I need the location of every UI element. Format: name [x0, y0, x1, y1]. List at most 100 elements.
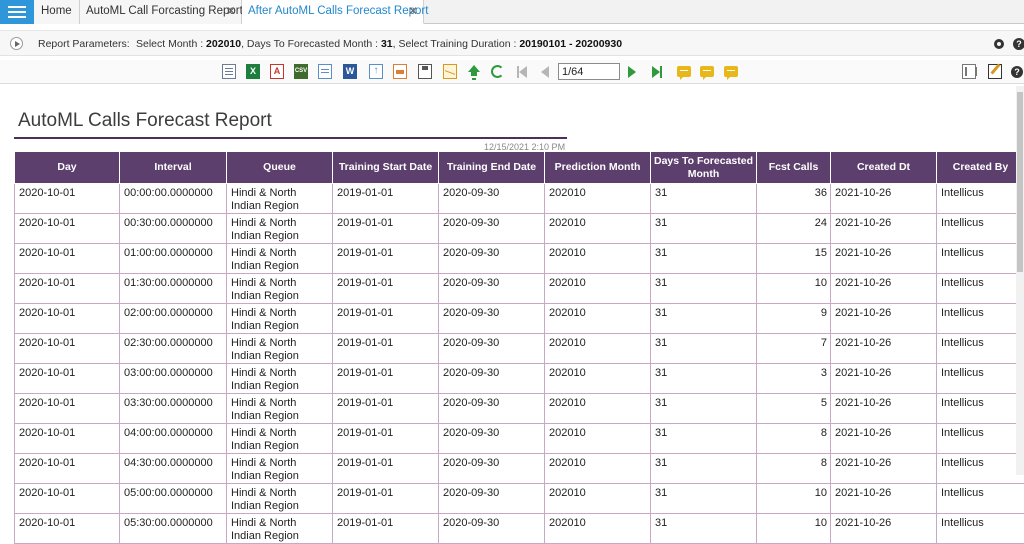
table-cell: 02:30:00.0000000 [120, 334, 227, 364]
table-cell: 2021-10-26 [831, 184, 937, 214]
table-cell: 2019-01-01 [333, 454, 439, 484]
page-number-input[interactable] [558, 63, 620, 80]
scrollbar-thumb[interactable] [1017, 92, 1023, 272]
table-cell: 5 [757, 394, 831, 424]
upload-icon[interactable] [467, 64, 481, 79]
email-icon[interactable] [443, 64, 457, 79]
table-cell: 2019-01-01 [333, 424, 439, 454]
table-cell: 202010 [545, 424, 651, 454]
table-cell: 202010 [545, 514, 651, 544]
table-row: 2020-10-0104:30:00.0000000Hindi & North … [15, 454, 1024, 484]
table-row: 2020-10-0101:30:00.0000000Hindi & North … [15, 274, 1024, 304]
layout-icon[interactable] [962, 64, 976, 79]
table-row: 2020-10-0105:00:00.0000000Hindi & North … [15, 484, 1024, 514]
table-cell: 05:30:00.0000000 [120, 514, 227, 544]
vertical-scrollbar[interactable] [1016, 86, 1024, 475]
table-row: 2020-10-0102:00:00.0000000Hindi & North … [15, 304, 1024, 334]
table-cell: 04:00:00.0000000 [120, 424, 227, 454]
table-cell: 2020-09-30 [439, 214, 545, 244]
table-cell: 2020-10-01 [15, 424, 120, 454]
table-row: 2020-10-0100:00:00.0000000Hindi & North … [15, 184, 1024, 214]
table-cell: 31 [651, 454, 757, 484]
table-cell: 01:00:00.0000000 [120, 244, 227, 274]
add-comment-icon[interactable] [700, 66, 714, 77]
tab-label: AutoML Call Forcasting Report [86, 5, 243, 17]
table-cell: Hindi & North Indian Region [227, 334, 333, 364]
tab-after-automl-calls-forecast-report[interactable]: After AutoML Calls Forecast Report ✕ [242, 0, 424, 24]
tab-label: After AutoML Calls Forecast Report [248, 5, 428, 17]
csv-export-icon[interactable]: CSV [294, 64, 308, 79]
close-icon[interactable]: ✕ [226, 0, 236, 23]
tab-home[interactable]: Home [34, 0, 80, 24]
edit-icon[interactable] [988, 64, 1002, 79]
tab-automl-call-forcasting-report[interactable]: AutoML Call Forcasting Report ✕ [80, 0, 242, 24]
table-cell: 05:00:00.0000000 [120, 484, 227, 514]
table-cell: 2020-10-01 [15, 364, 120, 394]
table-cell: Intellicus [937, 244, 1024, 274]
table-cell: 2020-09-30 [439, 484, 545, 514]
table-cell: Intellicus [937, 394, 1024, 424]
next-page-icon[interactable] [628, 66, 636, 78]
table-cell: 2021-10-26 [831, 454, 937, 484]
report-title: AutoML Calls Forecast Report [18, 110, 272, 132]
table-cell: Intellicus [937, 514, 1024, 544]
table-cell: Hindi & North Indian Region [227, 214, 333, 244]
report-parameters-bar: Report Parameters: Select Month : 202010… [0, 30, 1024, 56]
save-icon[interactable] [418, 64, 432, 79]
column-header: Days To Forecasted Month [651, 152, 757, 184]
table-cell: Hindi & North Indian Region [227, 364, 333, 394]
table-cell: 31 [651, 394, 757, 424]
table-cell: 15 [757, 244, 831, 274]
table-cell: 2019-01-01 [333, 334, 439, 364]
table-cell: 02:00:00.0000000 [120, 304, 227, 334]
table-cell: 2019-01-01 [333, 484, 439, 514]
previous-page-icon[interactable] [541, 66, 549, 78]
report-parameters-label: Report Parameters: [38, 38, 130, 50]
table-cell: 2021-10-26 [831, 364, 937, 394]
table-cell: 2020-09-30 [439, 394, 545, 424]
pdf-export-icon[interactable]: A [270, 64, 284, 79]
table-cell: 2019-01-01 [333, 184, 439, 214]
table-cell: 8 [757, 454, 831, 484]
table-cell: 2019-01-01 [333, 394, 439, 424]
column-header: Created Dt [831, 152, 937, 184]
view-comments-icon[interactable] [724, 66, 738, 77]
table-cell: 2021-10-26 [831, 394, 937, 424]
column-header: Training End Date [439, 152, 545, 184]
text-export-icon[interactable] [318, 64, 332, 79]
table-row: 2020-10-0101:00:00.0000000Hindi & North … [15, 244, 1024, 274]
gear-icon[interactable] [993, 38, 1005, 50]
print-icon[interactable] [393, 64, 407, 79]
table-cell: 202010 [545, 334, 651, 364]
expand-parameters-icon[interactable] [10, 37, 23, 50]
table-cell: 9 [757, 304, 831, 334]
table-cell: 2021-10-26 [831, 334, 937, 364]
help-icon[interactable]: ? [1011, 66, 1023, 78]
table-cell: 01:30:00.0000000 [120, 274, 227, 304]
table-cell: 202010 [545, 454, 651, 484]
table-cell: Hindi & North Indian Region [227, 244, 333, 274]
document-view-icon[interactable] [222, 64, 236, 79]
table-cell: 202010 [545, 184, 651, 214]
table-cell: 36 [757, 184, 831, 214]
table-cell: 31 [651, 214, 757, 244]
comment-icon[interactable] [677, 66, 691, 77]
table-cell: Hindi & North Indian Region [227, 514, 333, 544]
help-icon[interactable]: ? [1013, 38, 1024, 50]
menu-icon[interactable] [0, 0, 34, 24]
refresh-icon[interactable] [491, 65, 504, 78]
close-icon[interactable]: ✕ [408, 0, 418, 23]
last-page-icon[interactable] [652, 66, 660, 78]
table-row: 2020-10-0103:00:00.0000000Hindi & North … [15, 364, 1024, 394]
table-cell: 2020-09-30 [439, 304, 545, 334]
publish-icon[interactable]: ↑ [369, 64, 383, 79]
table-cell: 31 [651, 424, 757, 454]
column-header: Day [15, 152, 120, 184]
excel-export-icon[interactable]: X [246, 64, 260, 79]
table-cell: 03:00:00.0000000 [120, 364, 227, 394]
table-cell: 24 [757, 214, 831, 244]
table-cell: 2021-10-26 [831, 304, 937, 334]
table-cell: Hindi & North Indian Region [227, 454, 333, 484]
first-page-icon[interactable] [519, 66, 527, 78]
word-export-icon[interactable]: W [343, 64, 357, 79]
